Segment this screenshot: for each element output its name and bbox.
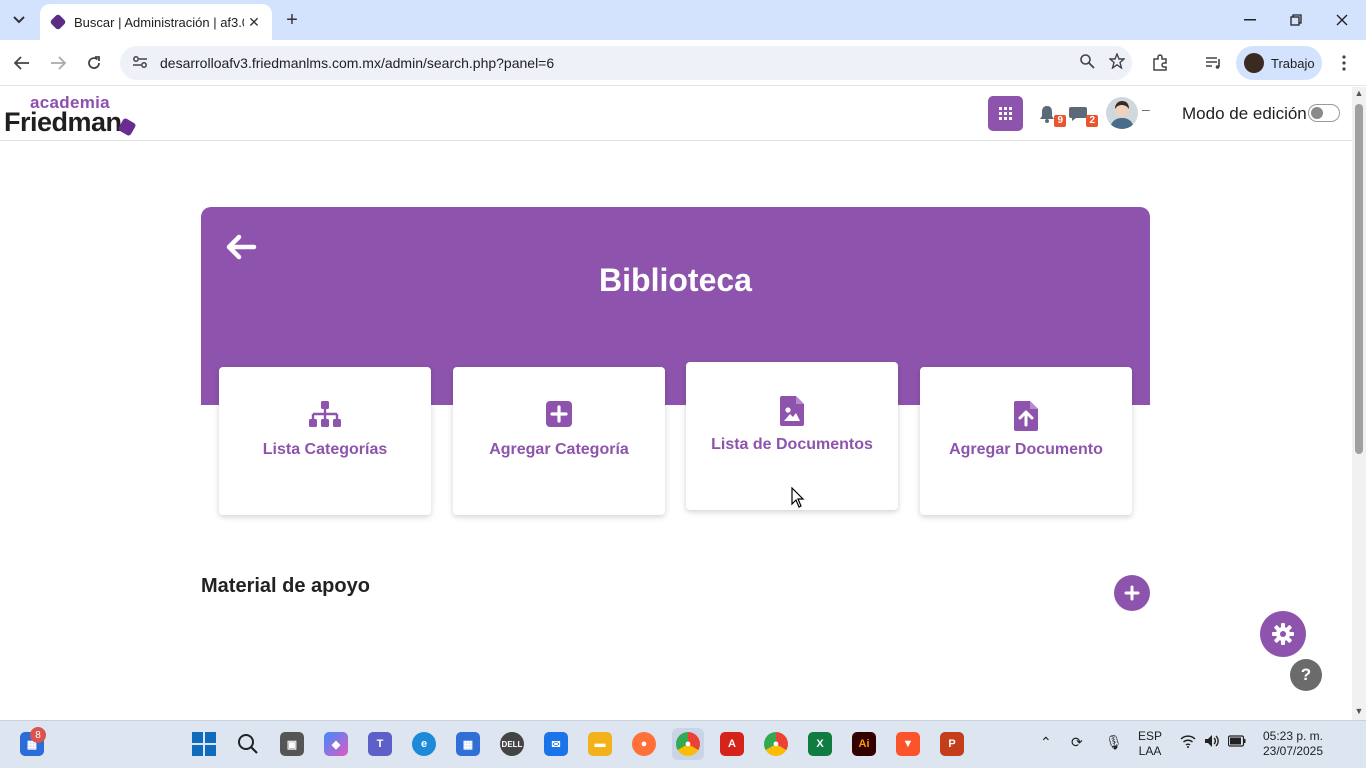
clock[interactable]: 05:23 p. m. 23/07/2025 bbox=[1254, 729, 1332, 759]
site-logo[interactable]: academia Friedman bbox=[4, 93, 144, 137]
grid-icon bbox=[999, 107, 1012, 120]
search-icon[interactable] bbox=[232, 728, 264, 760]
powerpoint-icon[interactable]: P bbox=[936, 728, 968, 760]
reload-icon[interactable] bbox=[80, 49, 108, 77]
dell-icon[interactable]: DELL bbox=[496, 728, 528, 760]
sitemap-icon bbox=[219, 401, 431, 433]
volume-icon[interactable] bbox=[1204, 734, 1220, 751]
user-avatar[interactable] bbox=[1106, 97, 1138, 129]
add-material-button[interactable] bbox=[1114, 575, 1150, 611]
notifications-count-badge: 9 bbox=[1054, 115, 1066, 127]
card-label: Agregar Documento bbox=[949, 441, 1103, 458]
windows-start-icon[interactable] bbox=[188, 728, 220, 760]
settings-button[interactable] bbox=[1260, 611, 1306, 657]
tab-title: Buscar | Administración | af3.0 bbox=[74, 14, 244, 30]
chrome-profile-icon[interactable]: ● bbox=[760, 728, 792, 760]
page-title: Biblioteca bbox=[599, 262, 752, 298]
brave-icon[interactable]: ▼ bbox=[892, 728, 924, 760]
keyboard-layout: LAA bbox=[1138, 744, 1162, 758]
browser-toolbar: desarrolloafv3.friedmanlms.com.mx/admin/… bbox=[0, 40, 1366, 86]
toggle-knob bbox=[1311, 107, 1323, 119]
store-badge: 8 bbox=[30, 727, 46, 743]
new-tab-button[interactable]: + bbox=[280, 8, 304, 32]
browser-tab-bar: Buscar | Administración | af3.0 ✕ + bbox=[0, 0, 1366, 40]
card-label: Lista de Documentos bbox=[711, 436, 873, 453]
section-title-material: Material de apoyo bbox=[201, 575, 370, 597]
profile-avatar bbox=[1244, 53, 1264, 73]
tab-close-icon[interactable]: ✕ bbox=[244, 12, 264, 32]
back-icon[interactable] bbox=[8, 49, 36, 77]
browser-tab[interactable]: Buscar | Administración | af3.0 ✕ bbox=[40, 4, 272, 40]
card-agregar-documento[interactable]: Agregar Documento bbox=[920, 367, 1132, 515]
site-favicon-icon bbox=[49, 13, 67, 31]
clock-time: 05:23 p. m. bbox=[1262, 729, 1324, 743]
input-language[interactable]: ESP LAA bbox=[1134, 729, 1166, 759]
close-window-icon[interactable] bbox=[1322, 6, 1362, 34]
messages-count-badge: 2 bbox=[1086, 115, 1098, 127]
forward-icon[interactable] bbox=[44, 49, 72, 77]
back-arrow-icon[interactable] bbox=[224, 232, 258, 262]
bookmark-star-icon[interactable] bbox=[1102, 52, 1132, 73]
card-agregar-categoria[interactable]: Agregar Categoría bbox=[453, 367, 665, 515]
media-icon[interactable] bbox=[1200, 49, 1228, 77]
profile-label: Trabajo bbox=[1271, 55, 1315, 71]
battery-icon[interactable] bbox=[1227, 734, 1246, 750]
card-label: Lista Categorías bbox=[262, 441, 388, 458]
edit-mode-label: Modo de edición bbox=[1182, 104, 1307, 123]
mail-icon[interactable]: ✉ bbox=[540, 728, 572, 760]
wifi-icon[interactable] bbox=[1180, 734, 1196, 751]
card-lista-categorias[interactable]: Lista Categorías bbox=[219, 367, 431, 515]
gear-icon bbox=[1272, 623, 1294, 645]
tab-search-icon[interactable] bbox=[6, 7, 32, 33]
plus-icon bbox=[1124, 585, 1140, 601]
mouse-cursor-icon bbox=[791, 486, 805, 509]
acrobat-icon[interactable]: A bbox=[716, 728, 748, 760]
messages-chat-icon[interactable]: 2 bbox=[1068, 101, 1098, 127]
illustrator-icon[interactable]: Ai bbox=[848, 728, 880, 760]
scrollbar-thumb[interactable] bbox=[1355, 104, 1363, 454]
task-view-icon[interactable]: ▣ bbox=[276, 728, 308, 760]
firefox-icon[interactable]: ● bbox=[628, 728, 660, 760]
copilot-icon[interactable]: ◆ bbox=[320, 728, 352, 760]
chrome-icon[interactable]: ● bbox=[672, 728, 704, 760]
restore-window-icon[interactable] bbox=[1276, 6, 1316, 34]
help-button[interactable]: ? bbox=[1290, 659, 1322, 691]
extensions-icon[interactable] bbox=[1146, 49, 1174, 77]
profile-button[interactable]: Trabajo bbox=[1236, 46, 1322, 80]
address-bar[interactable]: desarrolloafv3.friedmanlms.com.mx/admin/… bbox=[120, 46, 1132, 80]
edit-mode-toggle[interactable] bbox=[1308, 104, 1340, 122]
sync-icon[interactable]: ⟳ bbox=[1071, 734, 1083, 751]
site-info-icon[interactable] bbox=[130, 55, 150, 72]
logo-bottom-text: Friedman bbox=[4, 107, 122, 137]
site-header: academia Friedman 9 2 – Modo de edición bbox=[0, 87, 1352, 141]
file-explorer-icon[interactable]: ▬ bbox=[584, 728, 616, 760]
user-menu-caret-icon[interactable]: – bbox=[1142, 101, 1150, 117]
language-code: ESP bbox=[1137, 729, 1162, 743]
edge-icon[interactable]: e bbox=[408, 728, 440, 760]
scroll-up-icon[interactable]: ▲ bbox=[1352, 88, 1366, 100]
scroll-down-icon[interactable]: ▼ bbox=[1352, 706, 1366, 718]
minimize-window-icon[interactable] bbox=[1230, 6, 1270, 34]
ms-store-icon[interactable]: ▦ bbox=[452, 728, 484, 760]
zoom-icon[interactable] bbox=[1072, 53, 1102, 73]
menu-icon[interactable] bbox=[1330, 49, 1358, 77]
card-label: Agregar Categoría bbox=[489, 441, 629, 458]
microphone-icon[interactable]: 🎙 bbox=[1105, 734, 1123, 751]
tray-overflow-icon[interactable]: ⌃ bbox=[1040, 734, 1052, 751]
file-image-icon bbox=[686, 396, 898, 428]
clock-date: 23/07/2025 bbox=[1262, 744, 1324, 758]
notifications-bell-icon[interactable]: 9 bbox=[1036, 101, 1066, 127]
apps-grid-button[interactable] bbox=[988, 96, 1023, 131]
file-upload-icon bbox=[920, 401, 1132, 433]
excel-icon[interactable]: X bbox=[804, 728, 836, 760]
url-text: desarrolloafv3.friedmanlms.com.mx/admin/… bbox=[160, 55, 555, 71]
teams-icon[interactable]: T bbox=[364, 728, 396, 760]
plus-square-icon bbox=[453, 401, 665, 433]
